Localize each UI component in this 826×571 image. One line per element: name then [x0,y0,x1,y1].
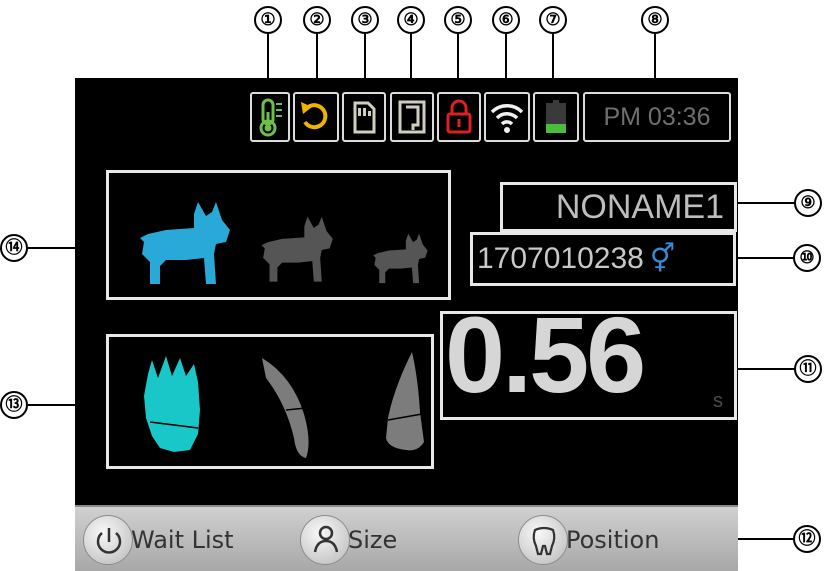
exposure-time-value: 0.56 [445,294,646,415]
callout-7: ⑦ [539,6,567,34]
refresh-icon [293,92,339,142]
callout-6: ⑥ [492,6,520,34]
callout-4: ④ [397,6,425,34]
power-icon [83,515,133,565]
patient-name: NONAME1 [500,182,737,232]
exposure-time-unit: s [713,390,723,412]
tooth-incisor-icon[interactable] [378,348,434,456]
wait-list-button[interactable]: Wait List [83,515,273,565]
exposure-time-display: 0.56 s [440,294,737,420]
sd-card-icon [342,92,386,142]
gender-icon: ⚥ [649,243,676,274]
person-icon [300,515,350,565]
tooth-molar-icon[interactable] [138,352,210,456]
callout-3: ③ [351,6,379,34]
lock-icon [437,92,481,142]
callout-12: ⑫ [793,525,821,553]
patient-id-box: 1707010238 ⚥ [470,232,736,286]
size-label: Size [348,526,398,554]
callout-9: ⑨ [794,189,822,217]
callout-1: ① [254,6,282,34]
dog-medium-icon[interactable] [258,212,338,288]
tooth-canine-icon[interactable] [256,352,326,462]
callout-11: ⑪ [794,355,822,383]
dog-large-icon[interactable] [136,196,236,292]
leader-line [28,404,107,406]
position-label: Position [566,526,660,554]
leader-line [737,202,795,204]
bottom-menu-bar: Wait List Size Position [75,505,738,571]
callout-14: ⑭ [0,234,28,262]
leader-line [738,538,794,540]
tooth-icon [518,515,568,565]
patient-id: 1707010238 [477,242,644,275]
clock-display: PM 03:36 [583,92,731,142]
position-button[interactable]: Position [518,515,708,565]
size-button[interactable]: Size [300,515,450,565]
leader-line [736,257,794,259]
sensor-icon [390,92,434,142]
callout-8: ⑧ [641,6,669,34]
callout-10: ⑩ [793,244,821,272]
callout-5: ⑤ [444,6,472,34]
wait-list-label: Wait List [131,526,234,554]
dog-small-icon[interactable] [370,230,432,288]
leader-line [737,368,795,370]
battery-icon [533,92,579,142]
leader-line [28,247,107,249]
callout-13: ⑬ [0,391,28,419]
wifi-icon [484,92,530,142]
thermometer-icon [250,92,290,142]
callout-2: ② [303,6,331,34]
